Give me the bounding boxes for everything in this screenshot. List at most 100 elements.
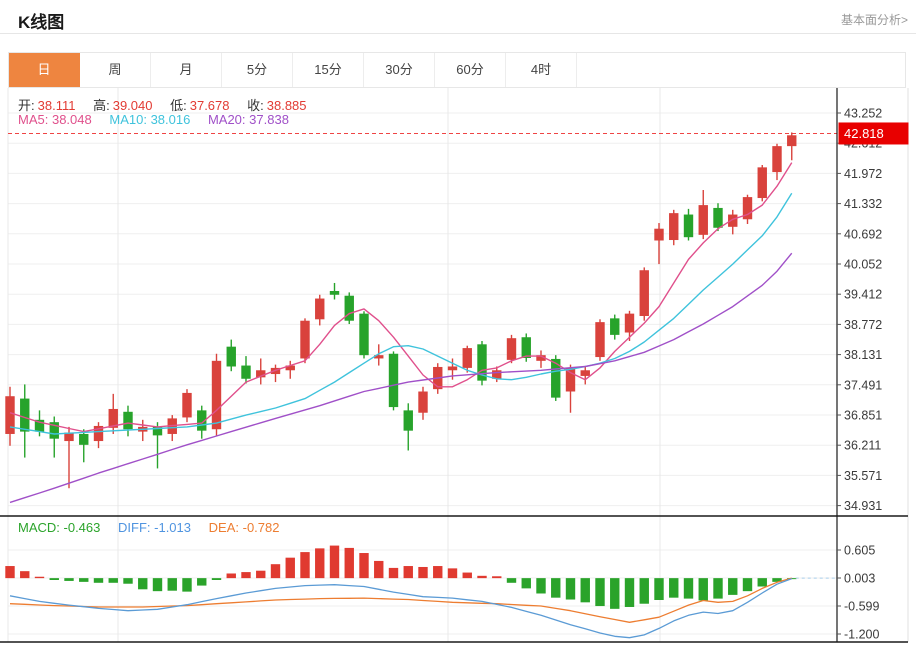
candle-body	[79, 434, 88, 445]
macd-bar	[227, 573, 236, 578]
macd-bar	[640, 578, 649, 604]
kline-chart[interactable]: 43.25242.61241.97241.33240.69240.05239.4…	[0, 88, 916, 645]
dea-readout: DEA: -0.782	[209, 520, 280, 535]
ma10-value: 38.016	[151, 112, 191, 127]
macd-bar	[64, 578, 73, 581]
candle-body	[654, 229, 663, 241]
macd-bar	[138, 578, 147, 589]
y-axis-label: 0.003	[844, 572, 875, 586]
macd-bar	[448, 568, 457, 578]
candle-body	[713, 208, 722, 228]
y-axis-label: -0.599	[844, 600, 879, 614]
y-axis-label: 39.412	[844, 288, 882, 302]
y-axis-label: 36.211	[844, 439, 881, 453]
macd-value: -0.463	[64, 520, 101, 535]
close-label: 收:	[247, 98, 264, 113]
ma20-label: MA20:	[208, 112, 246, 127]
candle-body	[404, 410, 413, 430]
close-value: 38.885	[267, 98, 307, 113]
current-price-tag-text: 42.818	[844, 126, 884, 141]
macd-bar	[463, 573, 472, 579]
tab-30分[interactable]: 30分	[364, 53, 435, 87]
y-axis-label: 40.052	[844, 258, 882, 272]
low-value: 37.678	[190, 98, 230, 113]
macd-bar	[315, 548, 324, 578]
candle-body	[625, 314, 634, 333]
candle-body	[507, 338, 516, 360]
y-axis-label: 41.332	[844, 197, 882, 211]
candle-body	[684, 215, 693, 238]
macd-bar	[477, 576, 486, 578]
candle-body	[389, 354, 398, 407]
y-axis-label: 0.605	[844, 544, 875, 558]
y-axis-labels: 43.25242.61241.97241.33240.69240.05239.4…	[837, 107, 882, 642]
macd-bar	[654, 578, 663, 600]
macd-bar	[404, 566, 413, 578]
ma10-readout: MA10: 38.016	[109, 112, 190, 127]
y-axis-label: 40.692	[844, 227, 882, 241]
macd-bar	[345, 548, 354, 578]
y-axis-label: 37.491	[844, 378, 882, 392]
candle-body	[699, 205, 708, 235]
macd-bar	[625, 578, 634, 607]
macd-bar	[595, 578, 604, 606]
macd-bar	[566, 578, 575, 599]
macd-bar	[109, 578, 118, 583]
macd-bar	[758, 578, 767, 586]
candle-body	[595, 322, 604, 357]
chart-area[interactable]: 43.25242.61241.97241.33240.69240.05239.4…	[0, 88, 916, 645]
tab-周[interactable]: 周	[80, 53, 151, 87]
macd-row: MACD: -0.463 DIFF: -1.013 DEA: -0.782	[18, 520, 293, 535]
macd-bar	[669, 578, 678, 598]
ma-row: MA5: 38.048 MA10: 38.016 MA20: 37.838	[18, 112, 303, 127]
header-divider	[0, 33, 916, 34]
macd-bar	[123, 578, 132, 584]
high-value: 39.040	[113, 98, 153, 113]
macd-bar	[743, 578, 752, 591]
candle-body	[5, 396, 14, 434]
macd-bar	[271, 564, 280, 578]
macd-bar	[94, 578, 103, 583]
candles-group	[5, 132, 796, 488]
macd-bar	[507, 578, 516, 583]
open-label: 开:	[18, 98, 35, 113]
y-axis-label: 38.772	[844, 318, 882, 332]
ma5-label: MA5:	[18, 112, 48, 127]
macd-bar	[330, 546, 339, 579]
macd-bar	[551, 578, 560, 598]
candle-body	[566, 368, 575, 392]
macd-bar	[35, 577, 44, 578]
candle-body	[330, 291, 339, 295]
tab-日[interactable]: 日	[9, 53, 80, 87]
macd-bar	[536, 578, 545, 593]
candle-body	[758, 167, 767, 198]
ohlc-close: 收:38.885	[247, 98, 306, 113]
tab-月[interactable]: 月	[151, 53, 222, 87]
macd-bar	[153, 578, 162, 591]
tab-4时[interactable]: 4时	[506, 53, 577, 87]
candle-body	[463, 348, 472, 368]
tab-5分[interactable]: 5分	[222, 53, 293, 87]
macd-bar	[79, 578, 88, 582]
candle-body	[182, 393, 191, 418]
ma10-label: MA10:	[109, 112, 147, 127]
macd-bar	[684, 578, 693, 598]
candle-body	[610, 318, 619, 335]
macd-label: MACD:	[18, 520, 60, 535]
ma5-readout: MA5: 38.048	[18, 112, 92, 127]
tab-15分[interactable]: 15分	[293, 53, 364, 87]
macd-bar	[50, 578, 59, 580]
page-title: K线图	[18, 8, 64, 33]
ma20-readout: MA20: 37.838	[208, 112, 289, 127]
ma5-value: 38.048	[52, 112, 92, 127]
y-axis-label: 43.252	[844, 107, 882, 121]
macd-bar	[374, 561, 383, 578]
tab-60分[interactable]: 60分	[435, 53, 506, 87]
ohlc-open: 开:38.111	[18, 98, 75, 113]
macd-bar	[241, 572, 250, 578]
macd-bar	[699, 578, 708, 600]
ma5-line	[10, 163, 792, 432]
low-label: 低:	[170, 98, 187, 113]
fundamental-analysis-link[interactable]: 基本面分析>	[841, 11, 908, 28]
candle-body	[20, 399, 29, 432]
